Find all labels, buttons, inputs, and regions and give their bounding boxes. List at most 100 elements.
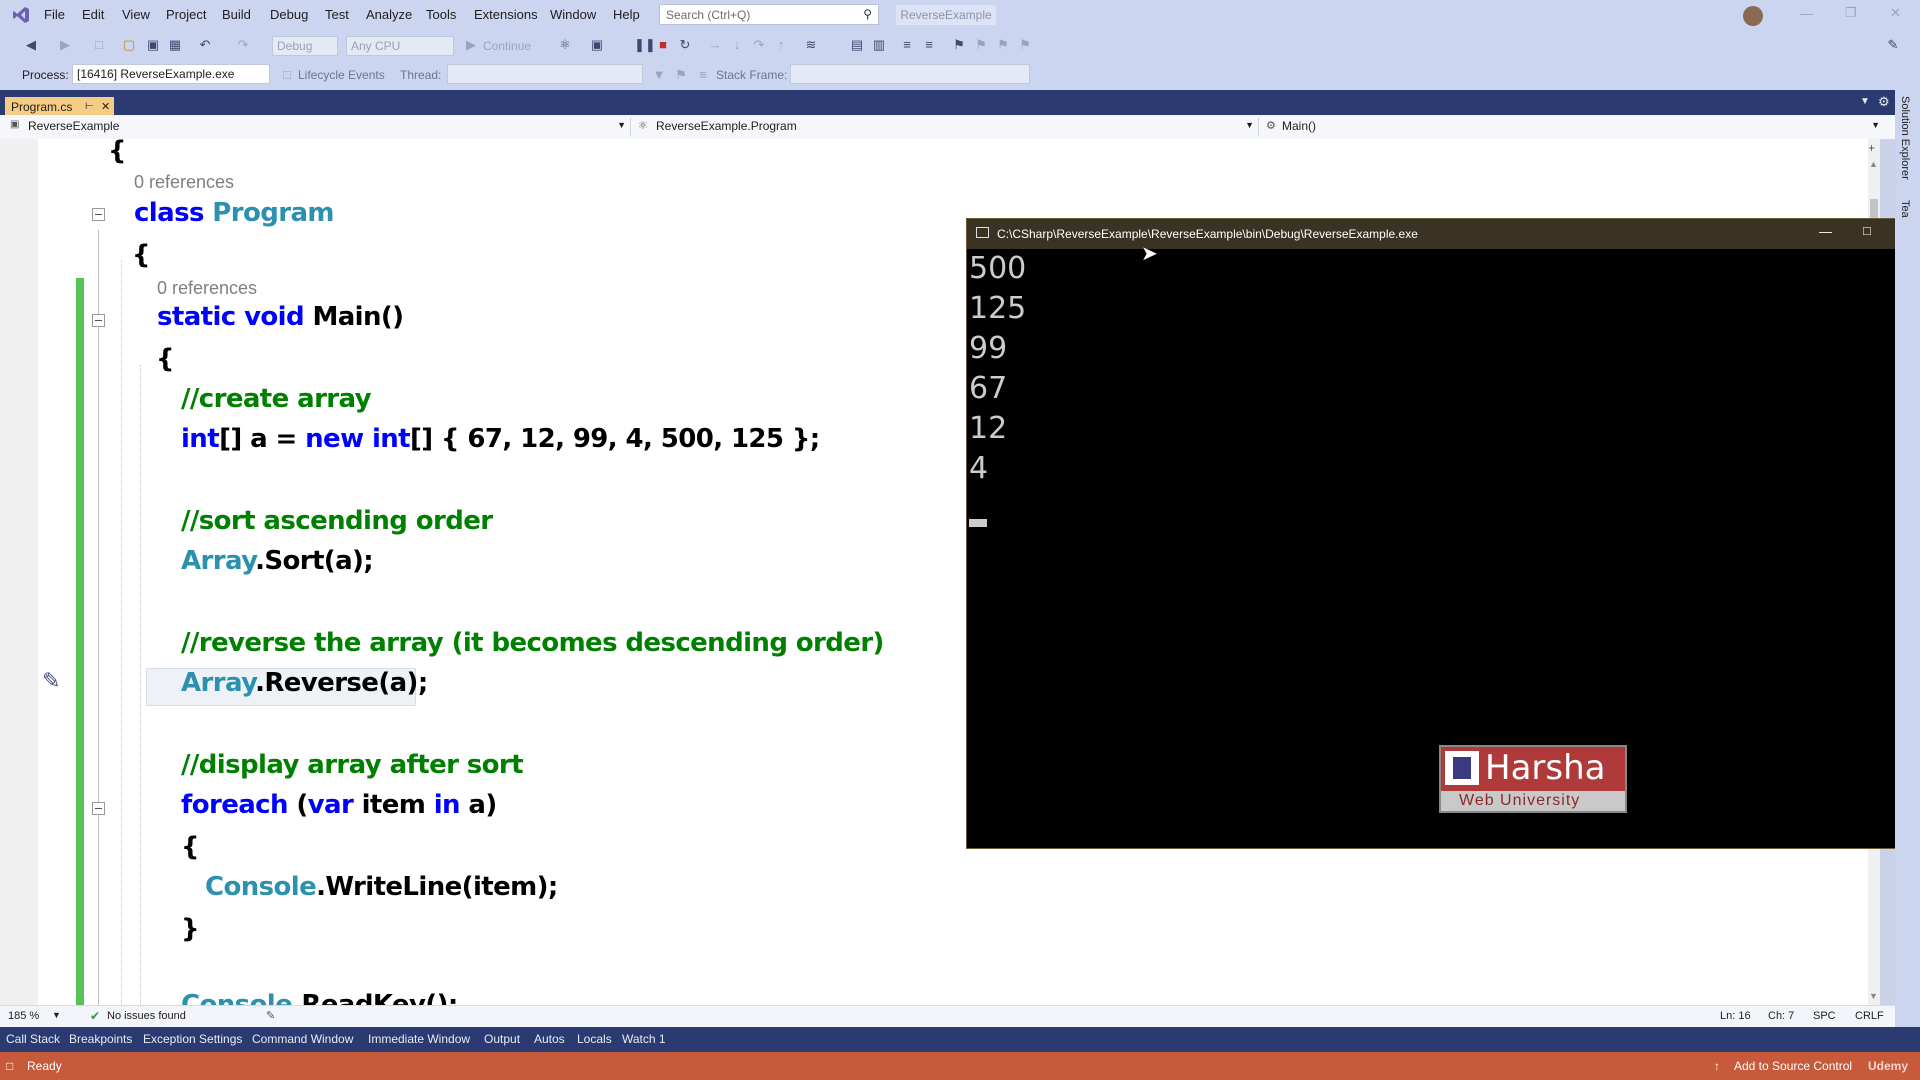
step-over-icon[interactable]: ↷ bbox=[752, 38, 766, 52]
tab-autos[interactable]: Autos bbox=[534, 1032, 565, 1046]
menu-window[interactable]: Window bbox=[550, 7, 596, 22]
stack-frame-select[interactable] bbox=[790, 64, 1030, 84]
line-ending-mode[interactable]: CRLF bbox=[1855, 1010, 1884, 1022]
save-all-icon[interactable]: ▦ bbox=[168, 38, 182, 52]
collapse-main-toggle[interactable] bbox=[92, 314, 105, 327]
menu-test[interactable]: Test bbox=[325, 7, 349, 22]
forward-icon[interactable]: ▶ bbox=[58, 38, 72, 52]
redo-icon[interactable]: ↷ bbox=[236, 38, 250, 52]
console-minimize-icon[interactable]: — bbox=[1819, 224, 1832, 239]
menu-help[interactable]: Help bbox=[613, 7, 640, 22]
outdent-icon[interactable]: ≡ bbox=[922, 38, 936, 52]
split-icon[interactable]: + bbox=[1868, 141, 1875, 155]
open-icon[interactable]: ▢ bbox=[122, 38, 136, 52]
add-to-source-control-button[interactable]: Add to Source Control bbox=[1734, 1059, 1852, 1073]
pin-icon[interactable]: ⊢ bbox=[85, 101, 94, 112]
tab-command-window[interactable]: Command Window bbox=[252, 1032, 353, 1046]
solution-explorer-tab[interactable]: Solution Explorer bbox=[1899, 96, 1911, 180]
back-icon[interactable]: ◀ bbox=[24, 38, 38, 52]
column-number[interactable]: Ch: 7 bbox=[1768, 1010, 1794, 1022]
tab-locals[interactable]: Locals bbox=[577, 1032, 612, 1046]
scroll-down-icon[interactable]: ▼ bbox=[1869, 991, 1878, 1001]
menu-analyze[interactable]: Analyze bbox=[366, 7, 412, 22]
scroll-up-icon[interactable]: ▲ bbox=[1869, 159, 1878, 169]
process-select[interactable]: [16416] ReverseExample.exe bbox=[72, 64, 270, 84]
menu-debug[interactable]: Debug bbox=[270, 7, 308, 22]
thread-select[interactable] bbox=[447, 64, 643, 84]
tab-dropdown-icon[interactable]: ▼ bbox=[1860, 96, 1870, 107]
tab-immediate-window[interactable]: Immediate Window bbox=[368, 1032, 470, 1046]
debug-location-toolbar: Process: [16416] ReverseExample.exe □ Li… bbox=[0, 61, 1920, 90]
tab-breakpoints[interactable]: Breakpoints bbox=[69, 1032, 132, 1046]
undo-icon[interactable]: ↶ bbox=[198, 38, 212, 52]
filter-icon[interactable]: ▼ bbox=[652, 68, 666, 82]
tab-settings-gear-icon[interactable]: ⚙ bbox=[1878, 94, 1890, 110]
stop-icon[interactable]: ■ bbox=[656, 38, 670, 52]
tab-call-stack[interactable]: Call Stack bbox=[6, 1032, 60, 1046]
stack-frame-icon[interactable]: ≡ bbox=[696, 68, 710, 82]
collapse-class-toggle[interactable] bbox=[92, 208, 105, 221]
quick-action-brush-icon[interactable]: ✎ bbox=[42, 668, 66, 696]
issues-status[interactable]: No issues found bbox=[107, 1010, 186, 1022]
new-project-icon[interactable]: □ bbox=[92, 38, 106, 52]
pause-icon[interactable]: ❚❚ bbox=[634, 38, 656, 52]
project-dropdown[interactable]: ▣ ReverseExample ▼ bbox=[10, 118, 631, 136]
zoom-select[interactable]: 185 % bbox=[8, 1010, 39, 1022]
search-input[interactable]: Search (Ctrl+Q) ⚲ bbox=[659, 4, 879, 25]
team-explorer-tab[interactable]: Tea bbox=[1899, 200, 1911, 218]
menu-file[interactable]: File bbox=[44, 7, 65, 22]
platform-select[interactable]: Any CPU bbox=[346, 36, 454, 56]
menu-extensions[interactable]: Extensions bbox=[474, 7, 538, 22]
references-codelens[interactable]: 0 references bbox=[134, 172, 234, 193]
save-icon[interactable]: ▣ bbox=[146, 38, 160, 52]
console-maximize-icon[interactable]: □ bbox=[1863, 223, 1871, 238]
tab-watch-1[interactable]: Watch 1 bbox=[622, 1032, 666, 1046]
menu-project[interactable]: Project bbox=[166, 7, 206, 22]
search-placeholder: Search (Ctrl+Q) bbox=[666, 8, 751, 22]
live-share-icon[interactable]: ✎ bbox=[1886, 38, 1900, 52]
line-number[interactable]: Ln: 16 bbox=[1720, 1010, 1751, 1022]
show-next-statement-icon[interactable]: → bbox=[708, 38, 722, 52]
code-cleanup-icon[interactable]: ✎ bbox=[266, 1009, 275, 1022]
tab-program-cs[interactable]: Program.cs ⊢ ✕ bbox=[5, 97, 114, 116]
step-out-icon[interactable]: ↑ bbox=[774, 38, 788, 52]
console-title-bar[interactable]: C:\CSharp\ReverseExample\ReverseExample\… bbox=[967, 219, 1919, 249]
menu-tools[interactable]: Tools bbox=[426, 7, 456, 22]
references-codelens[interactable]: 0 references bbox=[157, 278, 257, 299]
hot-reload-icon[interactable]: ⚛ bbox=[558, 38, 572, 52]
clear-bookmarks-icon[interactable]: ⚑ bbox=[1018, 38, 1032, 52]
continue-button[interactable]: Continue bbox=[483, 39, 531, 53]
step-into-icon[interactable]: ↓ bbox=[730, 38, 744, 52]
menu-build[interactable]: Build bbox=[222, 7, 251, 22]
restore-icon[interactable]: ❐ bbox=[1845, 5, 1857, 21]
configuration-select[interactable]: Debug bbox=[272, 36, 338, 56]
code-line: Array.Sort(a); bbox=[181, 546, 374, 576]
minimize-icon[interactable]: — bbox=[1800, 6, 1813, 21]
screenshot-icon[interactable]: ▣ bbox=[590, 38, 604, 52]
tab-output[interactable]: Output bbox=[484, 1032, 520, 1046]
collapse-foreach-toggle[interactable] bbox=[92, 802, 105, 815]
prev-bookmark-icon[interactable]: ⚑ bbox=[974, 38, 988, 52]
indent-icon[interactable]: ≡ bbox=[900, 38, 914, 52]
flag-icon[interactable]: ⚑ bbox=[674, 68, 688, 82]
member-dropdown[interactable]: ⚙ Main() ▼ bbox=[1266, 118, 1884, 136]
close-icon[interactable]: ✕ bbox=[1890, 5, 1901, 21]
menu-view[interactable]: View bbox=[122, 7, 150, 22]
threads-icon[interactable]: ≋ bbox=[804, 38, 818, 52]
class-dropdown[interactable]: ⚛ ReverseExample.Program ▼ bbox=[638, 118, 1259, 136]
menu-edit[interactable]: Edit bbox=[82, 7, 104, 22]
next-bookmark-icon[interactable]: ⚑ bbox=[996, 38, 1010, 52]
lifecycle-events-button[interactable]: Lifecycle Events bbox=[298, 68, 385, 82]
tab-close-icon[interactable]: ✕ bbox=[101, 100, 110, 113]
continue-icon[interactable]: ▶ bbox=[464, 38, 478, 52]
bookmark-icon[interactable]: ⚑ bbox=[952, 38, 966, 52]
tab-exception-settings[interactable]: Exception Settings bbox=[143, 1032, 242, 1046]
chevron-down-icon: ▼ bbox=[1245, 120, 1254, 130]
whitespace-mode[interactable]: SPC bbox=[1813, 1010, 1836, 1022]
console-window[interactable]: C:\CSharp\ReverseExample\ReverseExample\… bbox=[966, 218, 1920, 849]
restart-icon[interactable]: ↻ bbox=[678, 38, 692, 52]
avatar[interactable] bbox=[1743, 6, 1763, 26]
comment-icon[interactable]: ▤ bbox=[850, 38, 864, 52]
uncomment-icon[interactable]: ▥ bbox=[872, 38, 886, 52]
watermark-subtitle: Web University bbox=[1459, 792, 1581, 809]
